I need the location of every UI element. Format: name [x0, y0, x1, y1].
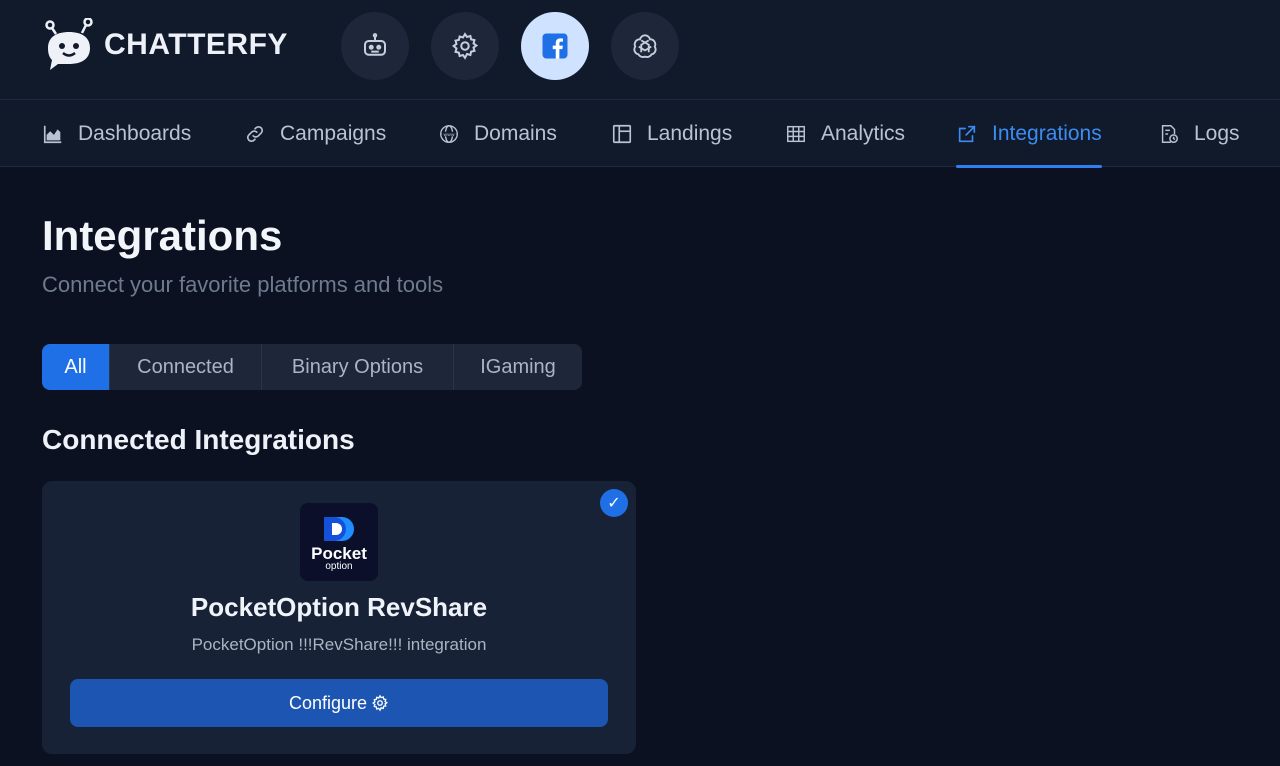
nav-item-logs[interactable]: Logs [1158, 100, 1240, 167]
tab-connected[interactable]: Connected [110, 344, 262, 390]
tab-binary-options[interactable]: Binary Options [262, 344, 454, 390]
chatterfy-logo-icon [45, 18, 93, 70]
openai-button[interactable] [611, 12, 679, 80]
svg-text:www: www [443, 132, 454, 137]
bot-button[interactable] [341, 12, 409, 80]
pocket-option-mark-icon [324, 517, 354, 541]
table-icon [787, 125, 805, 142]
nav-item-campaigns[interactable]: Campaigns [244, 100, 386, 167]
facebook-button[interactable] [521, 12, 589, 80]
pocket-option-logo: Pocket option [300, 503, 378, 581]
brand-name: CHATTERFY [104, 28, 288, 61]
main-nav: Dashboards Campaigns www Domains Landing… [0, 100, 1280, 168]
nav-label: Domains [474, 121, 557, 145]
filter-tabs: All Connected Binary Options IGaming [42, 344, 582, 390]
tab-igaming[interactable]: IGaming [454, 344, 582, 390]
page-subtitle: Connect your favorite platforms and tool… [42, 272, 444, 297]
page-title: Integrations [42, 212, 283, 259]
robot-icon [364, 33, 386, 56]
gear-icon [372, 694, 389, 712]
nav-label: Landings [647, 121, 733, 145]
connected-check-badge: ✓ [600, 489, 628, 517]
globe-www-icon: www [440, 124, 458, 143]
configure-button[interactable]: Configure [70, 679, 608, 727]
integration-name: PocketOption RevShare [190, 592, 488, 622]
chart-area-icon [43, 125, 62, 143]
section-title: Connected Integrations [42, 424, 355, 455]
openai-icon [633, 34, 657, 58]
nav-item-analytics[interactable]: Analytics [785, 100, 905, 167]
nav-label: Dashboards [78, 121, 192, 145]
top-bar: CHATTERFY [0, 0, 1280, 100]
nav-label: Logs [1194, 121, 1240, 145]
nav-label: Campaigns [280, 121, 387, 145]
nav-item-landings[interactable]: Landings [611, 100, 732, 167]
nav-label: Integrations [992, 121, 1102, 145]
logo-subword: option [325, 561, 353, 572]
tab-all[interactable]: All [42, 344, 110, 390]
integration-description: PocketOption !!!RevShare!!! integration [191, 635, 487, 654]
app-logo[interactable]: CHATTERFY [42, 18, 288, 72]
external-link-icon [958, 125, 976, 142]
facebook-icon [542, 33, 568, 59]
nav-item-domains[interactable]: www Domains [438, 100, 557, 167]
configure-label: Configure [288, 692, 368, 713]
link-icon [246, 125, 264, 142]
nav-item-integrations[interactable]: Integrations [956, 100, 1102, 168]
layout-icon [612, 124, 632, 143]
nav-label: Analytics [821, 121, 906, 145]
gear-icon [452, 32, 479, 60]
settings-button[interactable] [431, 12, 499, 80]
file-clock-icon [1161, 124, 1178, 143]
integration-card: ✓ Pocket option PocketOption RevShare Po… [42, 481, 636, 754]
nav-item-dashboards[interactable]: Dashboards [42, 100, 191, 167]
